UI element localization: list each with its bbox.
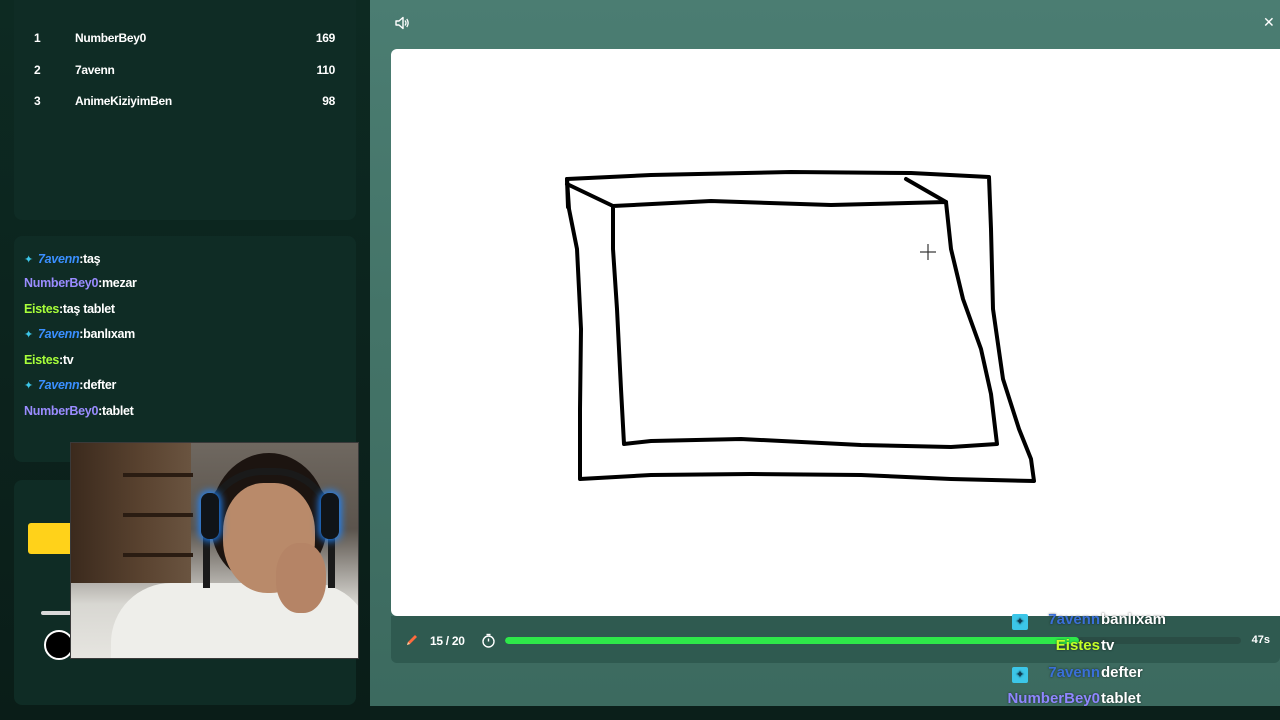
game-area: ✕ 15 / 20 47s [370,0,1280,706]
pencil-icon [407,635,417,645]
sword-badge-icon: ✦ [24,329,33,341]
chat-message: NumberBey0:mezar [24,276,137,290]
chat-text: :taş tablet [59,302,115,316]
leaderboard-score: 98 [322,94,335,108]
overlay-chat-line: NumberBey0 tablet [990,690,1280,716]
overlay-chat-line: Eistes tv [990,637,1280,663]
chat-username[interactable]: NumberBey0 [24,404,98,418]
overlay-chat-line: ✦ 7avenn banlıxam [990,611,1280,637]
crosshair-cursor-icon [920,244,936,260]
chat-username[interactable]: 7avenn [38,327,80,341]
timer-icon [482,633,495,648]
webcam-person-hand [276,543,326,613]
leaderboard-row: 2 7avenn 110 [14,59,356,81]
chat-message: ✦ 7avenn:defter [24,378,116,392]
webcam-background-shelf [71,443,193,583]
webcam-overlay [70,442,359,659]
chat-username[interactable]: 7avenn [38,252,80,266]
chat-message: Eistes:tv [24,353,74,367]
chat-message: Eistes:taş tablet [24,302,115,316]
overlay-username: NumberBey0 [1007,690,1100,707]
close-icon[interactable]: ✕ [1263,14,1275,31]
overlay-message: tv [1101,637,1115,654]
chat-message: ✦ 7avenn:taş [24,252,101,266]
chat-text: :mezar [98,276,137,290]
sword-badge-icon: ✦ [24,380,33,392]
leaderboard-rank: 3 [34,94,41,108]
leaderboard-score: 169 [315,31,335,45]
chat-text: :tv [59,353,74,367]
round-counter: 15 / 20 [430,634,465,648]
chat-message: NumberBey0:tablet [24,404,134,418]
headset-ear-icon [201,493,219,539]
overlay-message: tablet [1101,690,1142,707]
speaker-icon[interactable] [394,15,410,31]
leaderboard-rank: 1 [34,31,41,45]
overlay-username: 7avenn [1048,611,1100,628]
chat-text: :banlıxam [79,327,135,341]
chat-username[interactable]: Eistes [24,353,59,367]
overlay-chat-line: ✦ 7avenn defter [990,664,1280,690]
chat-username[interactable]: 7avenn [38,378,80,392]
headset-ear-icon [321,493,339,539]
leaderboard-panel: 1 NumberBey0 169 2 7avenn 110 3 AnimeKiz… [14,0,356,220]
chat-panel: ✦ 7avenn:taş NumberBey0:mezar Eistes:taş … [14,236,356,462]
chat-username[interactable]: Eistes [24,302,59,316]
chat-text: :tablet [98,404,134,418]
leaderboard-rank: 2 [34,63,41,77]
overlay-username: Eistes [1055,637,1100,654]
overlay-message: defter [1101,664,1143,681]
overlay-username: 7avenn [1048,664,1100,681]
sword-badge-icon: ✦ [1012,667,1028,683]
leaderboard-row: 1 NumberBey0 169 [14,27,356,49]
stream-chat-overlay: ✦ 7avenn banlıxam Eistes tv ✦ 7avenn def… [990,608,1280,720]
chat-username[interactable]: NumberBey0 [24,276,98,290]
sword-badge-icon: ✦ [1012,614,1028,630]
chat-text: :defter [79,378,117,392]
leaderboard-name: AnimeKiziyimBen [75,94,172,108]
drawing-strokes [565,170,1036,483]
leaderboard-name: NumberBey0 [75,31,147,45]
chat-message: ✦ 7avenn:banlıxam [24,327,135,341]
drawing-canvas[interactable] [391,49,1280,616]
leaderboard-name: 7avenn [75,63,115,77]
chat-text: :taş [79,252,101,266]
overlay-message: banlıxam [1101,611,1167,628]
leaderboard-row: 3 AnimeKiziyimBen 98 [14,90,356,112]
sword-badge-icon: ✦ [24,254,33,266]
leaderboard-score: 110 [316,63,336,77]
